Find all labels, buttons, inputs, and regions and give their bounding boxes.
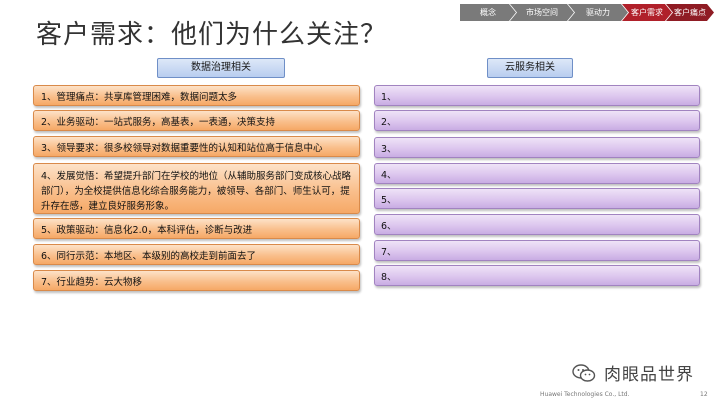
- need-item-3: 3、领导要求：很多校领导对数据重要性的认知和站位高于信息中心: [33, 136, 360, 157]
- breadcrumb: 概念 市场空间 驱动力 客户需求 客户痛点: [460, 4, 714, 21]
- need-item-5: 5、政策驱动：信息化2.0，本科评估，诊断与改进: [33, 218, 360, 239]
- need-item-2: 2、业务驱动：一站式服务，高基表，一表通，决策支持: [33, 110, 360, 131]
- need-item-6: 6、同行示范：本地区、本级别的高校走到前面去了: [33, 244, 360, 265]
- wechat-icon: [572, 363, 596, 382]
- page-title: 客户需求：他们为什么关注？: [36, 20, 388, 50]
- cloud-item-6: 6、: [374, 214, 700, 235]
- cloud-item-2: 2、: [374, 110, 700, 131]
- page-number: 12: [700, 391, 708, 398]
- cloud-item-5: 5、: [374, 188, 700, 209]
- cloud-item-4: 4、: [374, 163, 700, 184]
- watermark-text: 肉眼品世界: [604, 365, 694, 385]
- footer-company: Huawei Technologies Co., Ltd.: [540, 391, 630, 398]
- breadcrumb-item-customer-needs[interactable]: 客户需求: [622, 4, 672, 21]
- cloud-service-header: 云服务相关: [487, 58, 573, 78]
- watermark: 肉眼品世界: [572, 360, 694, 385]
- cloud-item-8: 8、: [374, 265, 700, 286]
- need-item-1: 1、管理痛点：共享库管理困难，数据问题太多: [33, 85, 360, 106]
- cloud-item-1: 1、: [374, 85, 700, 106]
- data-governance-header: 数据治理相关: [157, 58, 285, 78]
- breadcrumb-item-pain-points[interactable]: 客户痛点: [666, 4, 714, 21]
- breadcrumb-item-concept[interactable]: 概念: [460, 4, 516, 21]
- breadcrumb-item-market[interactable]: 市场空间: [510, 4, 574, 21]
- need-item-7: 7、行业趋势：云大物移: [33, 270, 360, 291]
- cloud-item-7: 7、: [374, 240, 700, 261]
- need-item-4: 4、发展觉悟：希望提升部门在学校的地位（从辅助服务部门变成核心战略部门），为全校…: [33, 163, 360, 214]
- cloud-item-3: 3、: [374, 137, 700, 158]
- breadcrumb-item-drivers[interactable]: 驱动力: [568, 4, 628, 21]
